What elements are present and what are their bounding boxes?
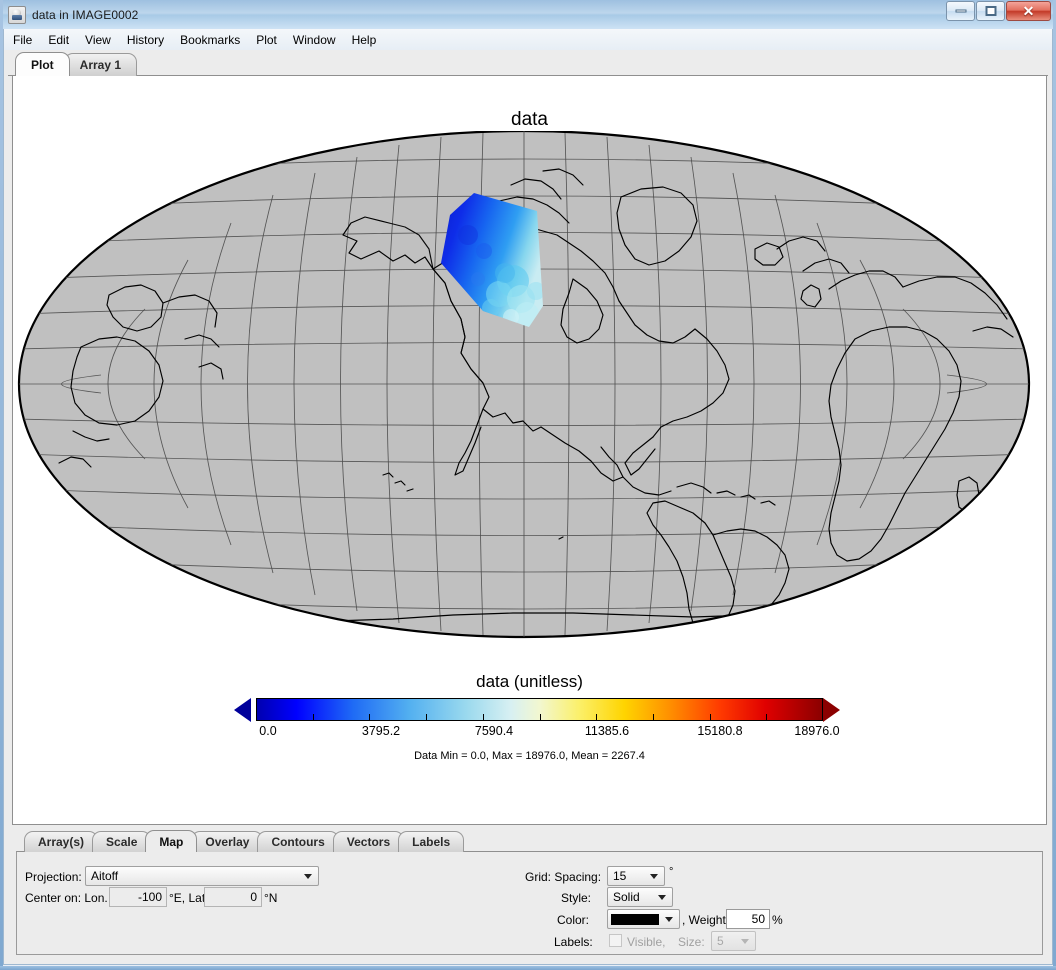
colorbar-title: data (unitless) [476, 672, 583, 691]
labels-visible-checkbox[interactable] [609, 934, 622, 947]
java-coffee-cup-icon [8, 5, 26, 24]
labels-size-value: 5 [717, 934, 724, 948]
menu-item-bookmarks[interactable]: Bookmarks [180, 33, 240, 47]
tab-map[interactable]: Map [145, 830, 198, 852]
grid-spacing-label: Grid: Spacing: [525, 870, 602, 884]
plot-canvas[interactable]: data data (unitless) 0.0 3795.2 7590.4 1… [12, 75, 1047, 825]
grid-weight-input[interactable]: 50 [726, 909, 770, 929]
grid-color-label: Color: [557, 913, 590, 927]
menu-item-help[interactable]: Help [352, 33, 377, 47]
tab-labels[interactable]: Labels [398, 831, 465, 852]
tab-overlay[interactable]: Overlay [191, 831, 264, 852]
window-edge-left [0, 0, 3, 970]
minimize-button[interactable] [946, 1, 975, 21]
maximize-icon [985, 6, 996, 16]
colorbar-tick-0: 0.0 [259, 724, 277, 738]
tab-scale[interactable]: Scale [92, 831, 152, 852]
close-button[interactable]: ✕ [1006, 1, 1051, 21]
window-controls: ✕ [946, 1, 1051, 21]
title-bar: data in IMAGE0002 ✕ [0, 0, 1056, 29]
colorbar-ticks [256, 714, 823, 721]
map-figure[interactable] [13, 129, 1048, 651]
application-window: data in IMAGE0002 ✕ File Edit View Histo… [0, 0, 1056, 970]
menu-item-edit[interactable]: Edit [48, 33, 69, 47]
aitoff-map-svg [17, 129, 1031, 639]
menu-item-view[interactable]: View [85, 33, 111, 47]
projection-select[interactable]: Aitoff [85, 866, 319, 886]
colorbar-tick-5: 18976.0 [794, 724, 840, 738]
colorbar-tick-3: 11385.6 [584, 724, 630, 738]
colorbar-tick-1: 3795.2 [361, 724, 401, 738]
colorbar-tick-2: 7590.4 [474, 724, 514, 738]
colorbar-over-arrow-icon [823, 698, 840, 722]
grid-weight-label: , Weight: [682, 913, 730, 927]
grid-color-select[interactable] [607, 909, 680, 929]
grid-spacing-value: 15 [613, 869, 627, 883]
maximize-button[interactable] [976, 1, 1005, 21]
chevron-down-icon [658, 895, 666, 900]
grid-labels-label: Labels: [554, 935, 593, 949]
center-on-label: Center on: Lon. [25, 891, 108, 905]
chevron-down-icon [741, 939, 749, 944]
grid-style-value: Solid [613, 890, 640, 904]
tab-array-1[interactable]: Array 1 [63, 53, 138, 76]
grid-spacing-unit: ° [669, 866, 674, 878]
chevron-down-icon [304, 874, 312, 879]
labels-visible-label: Visible, [627, 935, 666, 949]
menu-item-history[interactable]: History [127, 33, 164, 47]
colorbar-row [13, 694, 1046, 724]
grid-weight-unit: % [772, 913, 783, 927]
main-content: Plot Array 1 data data (unitless) 0.0 37… [3, 50, 1053, 965]
labels-size-select[interactable]: 5 [711, 931, 756, 951]
color-swatch [611, 913, 659, 925]
colorbar-under-arrow-icon [234, 698, 251, 722]
menu-bar: File Edit View History Bookmarks Plot Wi… [3, 29, 1053, 50]
labels-size-label: Size: [678, 935, 705, 949]
grid-style-select[interactable]: Solid [607, 887, 673, 907]
window-edge-bottom [0, 966, 1056, 970]
window-title: data in IMAGE0002 [32, 7, 139, 22]
colorbar-tick-4: 15180.8 [697, 724, 743, 738]
grid-style-label: Style: [561, 891, 592, 905]
menu-item-file[interactable]: File [13, 33, 32, 47]
projection-label: Projection: [25, 870, 82, 884]
tab-contours[interactable]: Contours [257, 831, 339, 852]
center-lat-input[interactable]: 0 [204, 887, 262, 907]
center-lon-input[interactable]: -100 [109, 887, 167, 907]
chevron-down-icon [650, 874, 658, 879]
top-tab-bar: Plot Array 1 [15, 52, 138, 76]
bottom-tab-bar: Array(s) Scale Map Overlay Contours Vect… [24, 830, 465, 852]
close-icon: ✕ [1022, 3, 1035, 19]
tab-vectors[interactable]: Vectors [332, 831, 405, 852]
data-stats-text: Data Min = 0.0, Max = 18976.0, Mean = 22… [414, 750, 645, 762]
menu-item-plot[interactable]: Plot [256, 33, 277, 47]
map-settings-body: Projection: Aitoff Center on: Lon. -100 … [16, 851, 1043, 955]
tab-arrays[interactable]: Array(s) [24, 831, 99, 852]
chevron-down-icon [665, 917, 673, 922]
projection-value: Aitoff [91, 869, 119, 883]
settings-panel: Projection: Aitoff Center on: Lon. -100 … [12, 830, 1047, 957]
minimize-icon [955, 9, 966, 13]
lat-unit-label: °N [264, 891, 278, 905]
colorbar-tick-labels: 0.0 3795.2 7590.4 11385.6 15180.8 18976.… [13, 724, 1046, 740]
lon-unit-label: °E, Lat. [169, 891, 209, 905]
menu-item-window[interactable]: Window [293, 33, 336, 47]
page-title: data [511, 109, 548, 130]
tab-plot[interactable]: Plot [15, 52, 70, 76]
grid-spacing-select[interactable]: 15 [607, 866, 665, 886]
